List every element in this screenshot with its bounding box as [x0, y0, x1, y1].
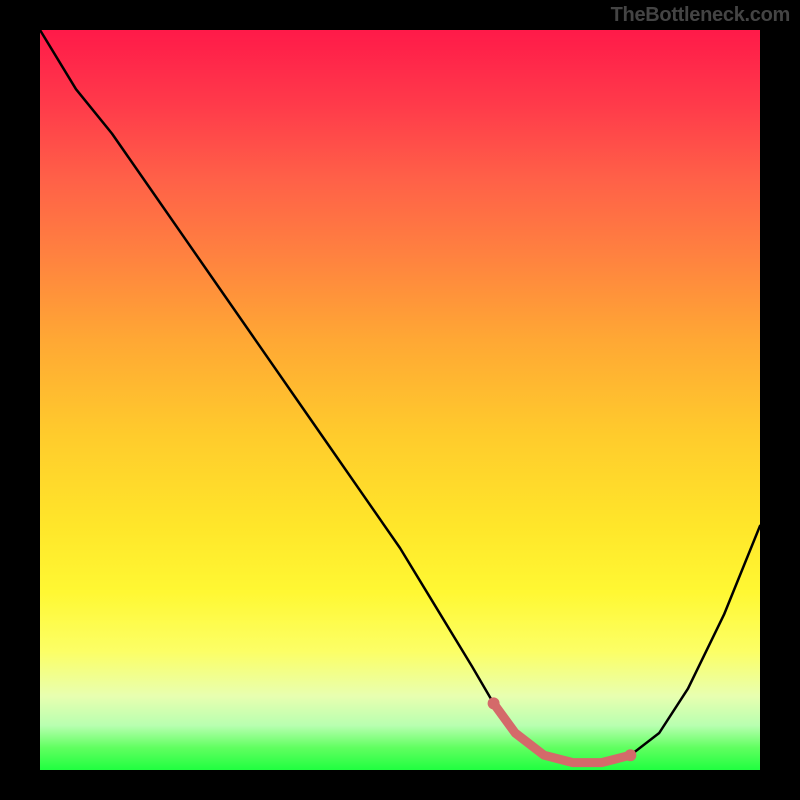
plot-area [40, 30, 760, 770]
highlight-start-dot [488, 697, 500, 709]
highlight-end-dot [624, 749, 636, 761]
optimal-range-highlight [494, 703, 631, 762]
bottleneck-curve [40, 30, 760, 763]
chart-svg [40, 30, 760, 770]
watermark-text: TheBottleneck.com [611, 4, 790, 27]
